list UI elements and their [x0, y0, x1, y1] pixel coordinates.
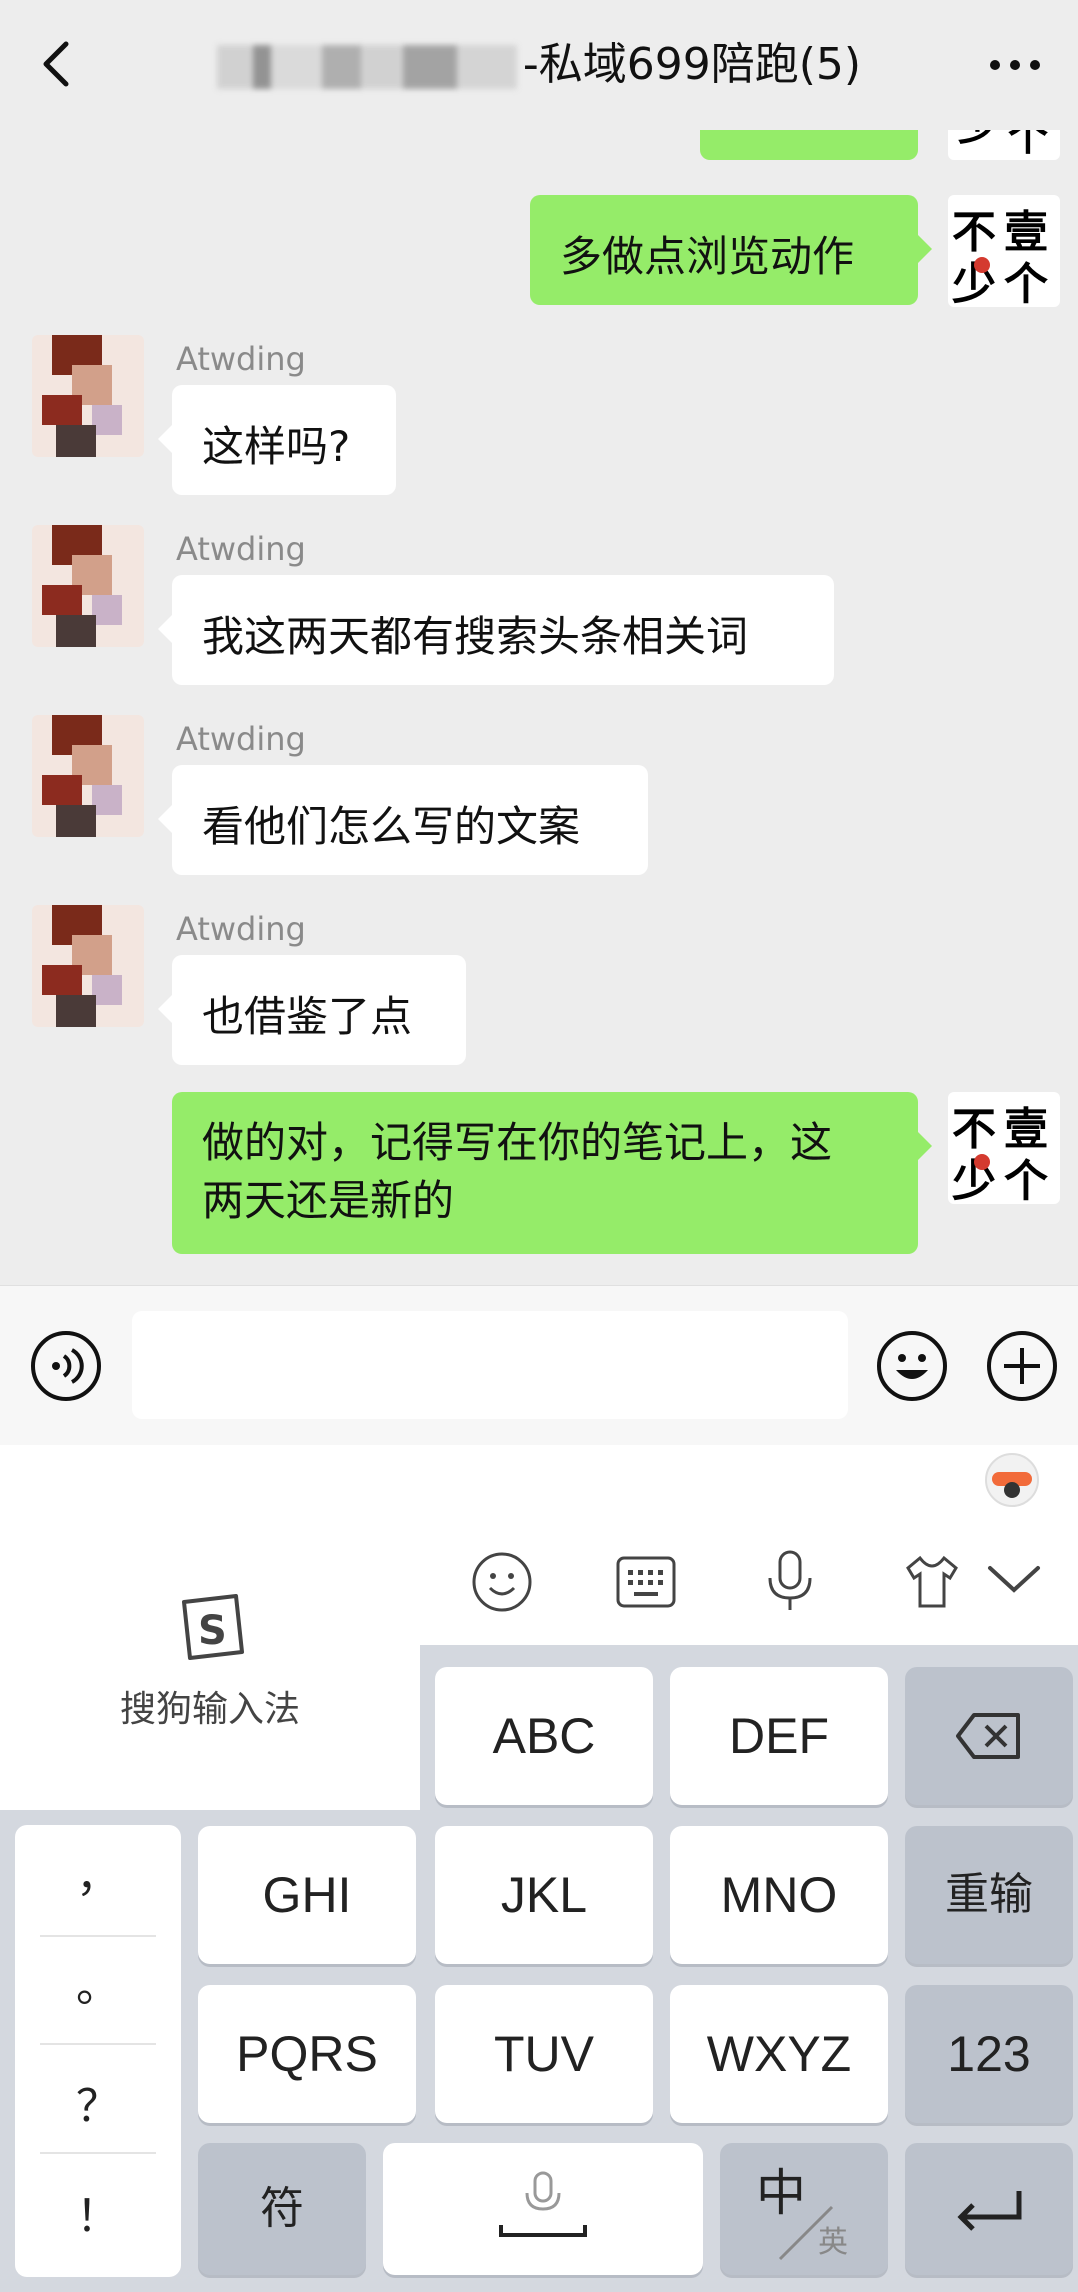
number-key[interactable]: 123: [905, 1985, 1073, 2123]
key-tuv[interactable]: TUV: [435, 1985, 653, 2123]
keyboard-toolbar: [0, 1445, 1078, 1645]
avatar-char: 不: [952, 1104, 996, 1155]
sender-name: Atwding: [176, 910, 306, 948]
reenter-key[interactable]: 重输: [905, 1826, 1073, 1964]
svg-text:少: 少: [958, 130, 998, 150]
chat-title: -私域699陪跑(5): [0, 0, 1078, 130]
divider: [40, 2043, 156, 2045]
avatar-char: 个: [1004, 259, 1048, 307]
svg-text:S: S: [198, 1608, 227, 1654]
key-abc[interactable]: ABC: [435, 1667, 653, 1805]
sender-name: Atwding: [176, 530, 306, 568]
key-mno[interactable]: MNO: [670, 1826, 888, 1964]
collapse-keyboard-icon[interactable]: [984, 1560, 1044, 1600]
keyboard-switch-icon[interactable]: [614, 1552, 678, 1612]
avatar-char: 壹: [1004, 1104, 1048, 1155]
enter-key[interactable]: [905, 2143, 1073, 2275]
punct-period-key[interactable]: 。: [15, 1950, 181, 2014]
skin-shirt-icon[interactable]: [900, 1550, 964, 1614]
add-plus-icon[interactable]: [986, 1330, 1058, 1402]
message-bubble[interactable]: 多做点浏览动作: [530, 195, 932, 305]
message-bubble[interactable]: 看他们怎么写的文案: [158, 765, 648, 875]
avatar-char: 壹: [1004, 207, 1048, 258]
lang-alt-label: 英: [818, 2226, 848, 2259]
punct-comma-key[interactable]: ，: [15, 1840, 181, 1904]
divider: [40, 1935, 156, 1937]
brand-label: 搜狗输入法: [119, 1689, 300, 1730]
mascot-icon[interactable]: [982, 1450, 1042, 1510]
message-text: 看他们怎么写的文案: [202, 802, 581, 851]
svg-text:个: 个: [1008, 130, 1048, 160]
my-avatar-partial[interactable]: 少个: [948, 130, 1060, 160]
punct-question-key[interactable]: ？: [15, 2070, 181, 2134]
enter-icon: [957, 2191, 1022, 2231]
avatar-char: 个: [1004, 1156, 1048, 1204]
emoji-icon[interactable]: [876, 1330, 948, 1402]
user-avatar[interactable]: [32, 525, 144, 647]
divider: [40, 2152, 156, 2154]
my-avatar[interactable]: 不 壹 少 个: [948, 195, 1060, 307]
chat-message-list[interactable]: 少个 多做点浏览动作 不 壹 少 个 Atwding 这样吗?: [0, 130, 1078, 1285]
user-avatar[interactable]: [32, 335, 144, 457]
message-text: 这样吗?: [202, 422, 351, 471]
message-text-line: 做的对，记得写在你的笔记上，这: [202, 1118, 833, 1167]
more-options-icon[interactable]: [980, 40, 1050, 90]
sender-name: Atwding: [176, 720, 306, 758]
key-jkl[interactable]: JKL: [435, 1826, 653, 1964]
message-text: 多做点浏览动作: [560, 232, 855, 281]
space-key[interactable]: [383, 2143, 703, 2275]
symbol-key[interactable]: 符: [198, 2143, 366, 2275]
key-pqrs[interactable]: PQRS: [198, 1985, 416, 2123]
message-text-line: 两天还是新的: [202, 1176, 455, 1225]
key-def[interactable]: DEF: [670, 1667, 888, 1805]
chat-title-suffix: -私域699陪跑(5): [522, 39, 862, 90]
message-bubble[interactable]: 这样吗?: [158, 385, 396, 495]
message-bubble[interactable]: 我这两天都有搜索头条相关词: [158, 575, 834, 685]
my-avatar[interactable]: 不 壹 少 个: [948, 1092, 1060, 1204]
sogou-logo-icon: S: [182, 1594, 244, 1660]
avatar-char: 不: [952, 207, 996, 258]
voice-input-icon[interactable]: [30, 1330, 102, 1402]
message-bubble-partial[interactable]: [700, 130, 918, 160]
key-wxyz[interactable]: WXYZ: [670, 1985, 888, 2123]
user-avatar[interactable]: [32, 715, 144, 837]
blurred-group-name: [216, 45, 517, 89]
space-mic-icon: [499, 2171, 587, 2237]
message-bubble[interactable]: 做的对，记得写在你的笔记上，这 两天还是新的: [172, 1092, 932, 1254]
sender-name: Atwding: [176, 340, 306, 378]
backspace-key[interactable]: [905, 1667, 1073, 1805]
emoji-panel-icon[interactable]: [470, 1550, 534, 1614]
message-text: 也借鉴了点: [202, 992, 413, 1041]
microphone-icon[interactable]: [760, 1548, 820, 1614]
user-avatar[interactable]: [32, 905, 144, 1027]
key-ghi[interactable]: GHI: [198, 1826, 416, 1964]
language-switch-key[interactable]: 中 英: [720, 2143, 888, 2275]
punct-exclaim-key[interactable]: ！: [15, 2180, 181, 2244]
message-text: 我这两天都有搜索头条相关词: [202, 612, 749, 661]
message-input[interactable]: [132, 1311, 848, 1419]
backspace-icon: [956, 1713, 1020, 1759]
message-bubble[interactable]: 也借鉴了点: [158, 955, 466, 1065]
